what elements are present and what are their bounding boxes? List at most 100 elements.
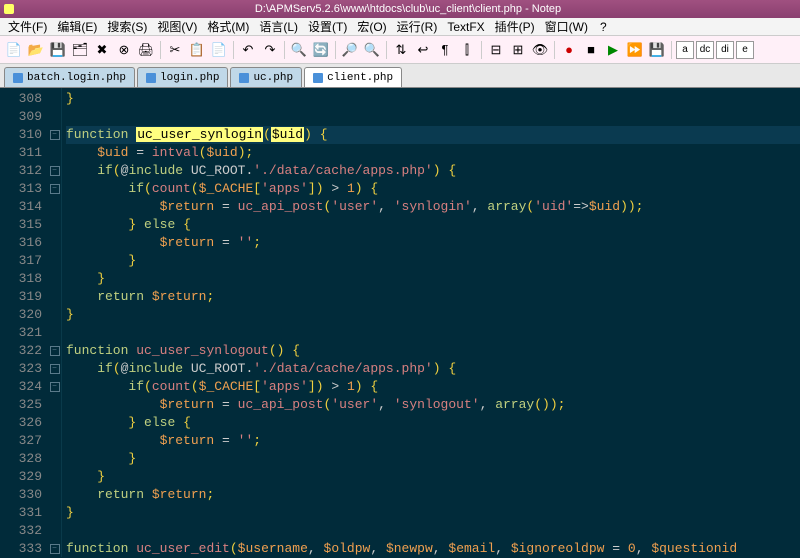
- code-line[interactable]: }: [66, 306, 800, 324]
- tab-login-php[interactable]: login.php: [137, 67, 228, 87]
- fold-marker: [48, 288, 61, 306]
- titlebar: D:\APMServ5.2.6\www\htdocs\club\uc_clien…: [0, 0, 800, 18]
- code-line[interactable]: $return = uc_api_post('user', 'synlogout…: [66, 396, 800, 414]
- save-all-icon[interactable]: 🗂: [70, 40, 90, 60]
- code-line[interactable]: } else {: [66, 216, 800, 234]
- fold-marker: [48, 486, 61, 504]
- menu-item-2[interactable]: 搜索(S): [103, 17, 151, 36]
- code-line[interactable]: }: [66, 252, 800, 270]
- open-file-icon[interactable]: 📂: [26, 40, 46, 60]
- code-line[interactable]: [66, 108, 800, 126]
- menu-item-9[interactable]: TextFX: [443, 19, 488, 35]
- code-line[interactable]: if(count($_CACHE['apps']) > 1) {: [66, 180, 800, 198]
- menu-item-6[interactable]: 设置(T): [304, 17, 351, 36]
- code-area[interactable]: } function uc_user_synlogin($uid) { $uid…: [62, 88, 800, 557]
- paste-icon[interactable]: 📄: [209, 40, 229, 60]
- print-icon[interactable]: 🖨: [136, 40, 156, 60]
- indent-guide-icon[interactable]: ⫿: [457, 40, 477, 60]
- stop-macro-icon[interactable]: ■: [581, 40, 601, 60]
- record-macro-icon[interactable]: ●: [559, 40, 579, 60]
- file-icon: [13, 73, 23, 83]
- replace-icon[interactable]: 🔄: [311, 40, 331, 60]
- find-icon[interactable]: 🔍: [289, 40, 309, 60]
- separator: [386, 41, 387, 59]
- fold-marker: [48, 432, 61, 450]
- zoom-out-icon[interactable]: 🔍: [362, 40, 382, 60]
- line-number: 320: [0, 306, 42, 324]
- line-number: 317: [0, 252, 42, 270]
- editor: 3083093103113123133143153163173183193203…: [0, 88, 800, 557]
- menu-item-5[interactable]: 语言(L): [255, 17, 302, 36]
- menu-item-1[interactable]: 编辑(E): [53, 17, 101, 36]
- menu-item-10[interactable]: 插件(P): [491, 17, 539, 36]
- line-number: 326: [0, 414, 42, 432]
- fold-marker[interactable]: −: [48, 126, 61, 144]
- zoom-in-icon[interactable]: 🔎: [340, 40, 360, 60]
- collapse-icon[interactable]: ⊟: [486, 40, 506, 60]
- code-line[interactable]: }: [66, 270, 800, 288]
- code-line[interactable]: function uc_user_synlogout() {: [66, 342, 800, 360]
- fold-marker[interactable]: −: [48, 162, 61, 180]
- code-line[interactable]: return $return;: [66, 288, 800, 306]
- save-icon[interactable]: 💾: [48, 40, 68, 60]
- code-line[interactable]: function uc_user_edit($username, $oldpw,…: [66, 540, 800, 557]
- hide-lines-icon[interactable]: 👁: [530, 40, 550, 60]
- fold-marker[interactable]: −: [48, 360, 61, 378]
- tool-letter-dc[interactable]: dc: [696, 41, 714, 59]
- code-line[interactable]: if(@include UC_ROOT.'./data/cache/apps.p…: [66, 162, 800, 180]
- code-line[interactable]: $return = '';: [66, 432, 800, 450]
- line-number: 325: [0, 396, 42, 414]
- tab-label: batch.login.php: [27, 72, 126, 84]
- redo-icon[interactable]: ↷: [260, 40, 280, 60]
- menu-item-7[interactable]: 宏(O): [353, 17, 390, 36]
- line-number: 313: [0, 180, 42, 198]
- separator: [160, 41, 161, 59]
- fold-marker[interactable]: −: [48, 540, 61, 558]
- cut-icon[interactable]: ✂: [165, 40, 185, 60]
- app-icon: [4, 4, 14, 14]
- menu-item-3[interactable]: 视图(V): [153, 17, 201, 36]
- tab-uc-php[interactable]: uc.php: [230, 67, 302, 87]
- code-line[interactable]: }: [66, 504, 800, 522]
- new-file-icon[interactable]: 📄: [4, 40, 24, 60]
- code-line[interactable]: function uc_user_synlogin($uid) {: [66, 126, 800, 144]
- menu-item-12[interactable]: ?: [596, 19, 611, 35]
- tool-letter-e[interactable]: e: [736, 41, 754, 59]
- toolbar: 📄 📂 💾 🗂 ✖ ⊗ 🖨 ✂ 📋 📄 ↶ ↷ 🔍 🔄 🔎 🔍 ⇅ ↩ ¶ ⫿ …: [0, 36, 800, 64]
- play-many-icon[interactable]: ⏩: [625, 40, 645, 60]
- copy-icon[interactable]: 📋: [187, 40, 207, 60]
- code-line[interactable]: $uid = intval($uid);: [66, 144, 800, 162]
- tab-client-php[interactable]: client.php: [304, 67, 402, 87]
- sync-scroll-icon[interactable]: ⇅: [391, 40, 411, 60]
- tool-letter-di[interactable]: di: [716, 41, 734, 59]
- play-macro-icon[interactable]: ▶: [603, 40, 623, 60]
- code-line[interactable]: [66, 324, 800, 342]
- fold-marker[interactable]: −: [48, 180, 61, 198]
- undo-icon[interactable]: ↶: [238, 40, 258, 60]
- all-chars-icon[interactable]: ¶: [435, 40, 455, 60]
- code-line[interactable]: }: [66, 450, 800, 468]
- code-line[interactable]: if(@include UC_ROOT.'./data/cache/apps.p…: [66, 360, 800, 378]
- tabbar: batch.login.php login.phpuc.phpclient.php: [0, 64, 800, 88]
- save-macro-icon[interactable]: 💾: [647, 40, 667, 60]
- tool-letter-a[interactable]: a: [676, 41, 694, 59]
- code-line[interactable]: $return = '';: [66, 234, 800, 252]
- code-line[interactable]: $return = uc_api_post('user', 'synlogin'…: [66, 198, 800, 216]
- menu-item-11[interactable]: 窗口(W): [541, 17, 592, 36]
- close-icon[interactable]: ✖: [92, 40, 112, 60]
- menu-item-4[interactable]: 格式(M): [203, 17, 253, 36]
- close-all-icon[interactable]: ⊗: [114, 40, 134, 60]
- menu-item-0[interactable]: 文件(F): [4, 17, 51, 36]
- code-line[interactable]: }: [66, 90, 800, 108]
- menu-item-8[interactable]: 运行(R): [393, 17, 442, 36]
- code-line[interactable]: if(count($_CACHE['apps']) > 1) {: [66, 378, 800, 396]
- tab-batch-login-php[interactable]: batch.login.php: [4, 67, 135, 87]
- code-line[interactable]: } else {: [66, 414, 800, 432]
- fold-marker[interactable]: −: [48, 342, 61, 360]
- code-line[interactable]: [66, 522, 800, 540]
- fold-marker[interactable]: −: [48, 378, 61, 396]
- code-line[interactable]: return $return;: [66, 486, 800, 504]
- expand-icon[interactable]: ⊞: [508, 40, 528, 60]
- code-line[interactable]: }: [66, 468, 800, 486]
- wrap-icon[interactable]: ↩: [413, 40, 433, 60]
